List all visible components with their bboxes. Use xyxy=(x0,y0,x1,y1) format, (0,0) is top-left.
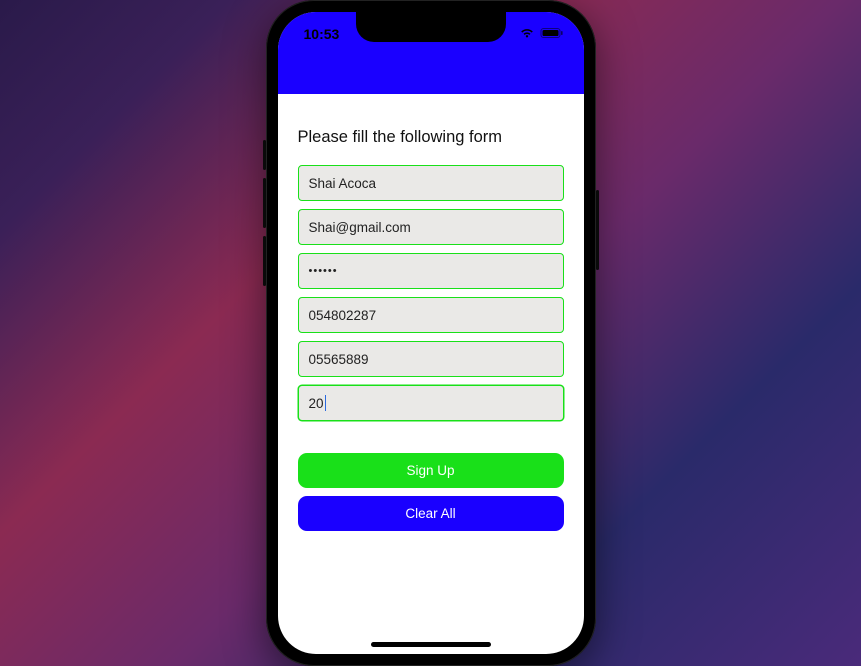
clear-all-button[interactable]: Clear All xyxy=(298,496,564,531)
notch xyxy=(356,12,506,42)
phone2-input[interactable] xyxy=(309,352,553,367)
name-input[interactable] xyxy=(309,176,553,191)
volume-up-button xyxy=(263,140,266,170)
text-cursor xyxy=(325,395,326,411)
status-icons xyxy=(519,26,564,42)
form-heading: Please fill the following form xyxy=(298,128,564,147)
email-input[interactable] xyxy=(309,220,553,235)
age-field[interactable]: 20 xyxy=(298,385,564,421)
status-time: 10:53 xyxy=(304,26,340,42)
password-input[interactable]: •••••• xyxy=(309,265,338,277)
form-container: Please fill the following form •••••• xyxy=(278,94,584,531)
button-group: Sign Up Clear All xyxy=(298,453,564,531)
password-field[interactable]: •••••• xyxy=(298,253,564,289)
phone-screen: 10:53 Please fill the following form xyxy=(278,12,584,654)
phone1-input[interactable] xyxy=(309,308,553,323)
phone-frame: 10:53 Please fill the following form xyxy=(266,0,596,666)
volume-down-button-2 xyxy=(263,236,266,286)
home-indicator[interactable] xyxy=(371,642,491,647)
app-header xyxy=(278,56,584,94)
battery-icon xyxy=(540,26,564,42)
signup-button[interactable]: Sign Up xyxy=(298,453,564,488)
wifi-icon xyxy=(519,26,535,42)
name-field[interactable] xyxy=(298,165,564,201)
wallpaper: 10:53 Please fill the following form xyxy=(0,0,861,666)
age-input[interactable]: 20 xyxy=(309,396,324,411)
volume-down-button xyxy=(263,178,266,228)
email-field[interactable] xyxy=(298,209,564,245)
phone1-field[interactable] xyxy=(298,297,564,333)
power-button xyxy=(596,190,599,270)
phone2-field[interactable] xyxy=(298,341,564,377)
